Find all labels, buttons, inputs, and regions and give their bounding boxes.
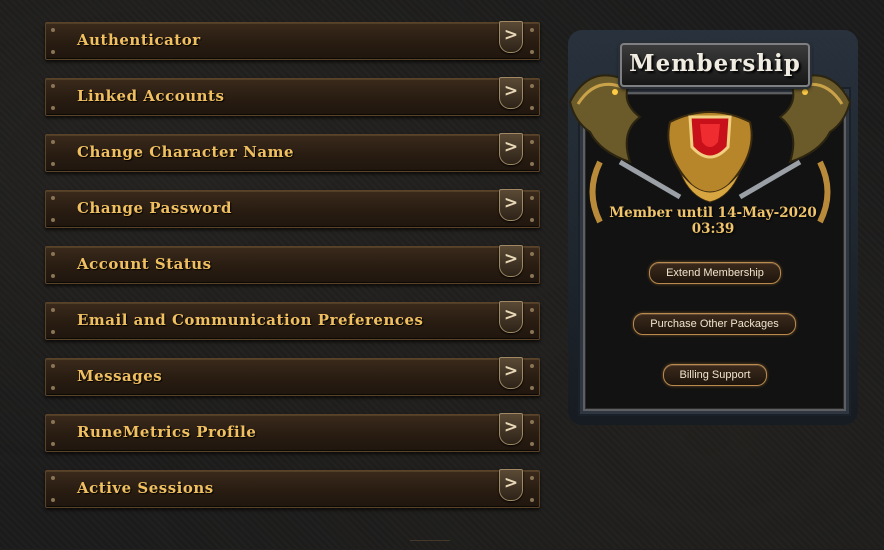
chevron-right-icon[interactable]: > [499,301,523,333]
menu-item-authenticator[interactable]: Authenticator > [45,21,540,60]
menu-item-runemetrics-profile[interactable]: RuneMetrics Profile > [45,413,540,452]
chevron-right-icon[interactable]: > [499,133,523,165]
menu-item-email-preferences[interactable]: Email and Communication Preferences > [45,301,540,340]
menu-item-label: Account Status [77,255,212,273]
menu-item-label: RuneMetrics Profile [77,423,257,441]
chevron-right-icon[interactable]: > [499,189,523,221]
menu-item-label: Authenticator [77,31,201,49]
chevron-right-icon[interactable]: > [499,77,523,109]
menu-item-messages[interactable]: Messages > [45,357,540,396]
chevron-right-icon[interactable]: > [499,413,523,445]
menu-item-label: Linked Accounts [77,87,225,105]
menu-item-account-status[interactable]: Account Status > [45,245,540,284]
purchase-packages-button[interactable]: Purchase Other Packages [633,313,796,335]
menu-item-label: Email and Communication Preferences [77,311,424,329]
chevron-right-icon[interactable]: > [499,21,523,53]
menu-item-label: Change Password [77,199,233,217]
menu-item-change-character-name[interactable]: Change Character Name > [45,133,540,172]
membership-title: Membership [629,50,801,77]
chevron-right-icon[interactable]: > [499,245,523,277]
menu-item-change-password[interactable]: Change Password > [45,189,540,228]
billing-support-button[interactable]: Billing Support [663,364,767,386]
menu-item-linked-accounts[interactable]: Linked Accounts > [45,77,540,116]
menu-item-label: Messages [77,367,163,385]
membership-title-plate: Membership [620,43,810,87]
membership-expiry-text: Member until 14-May-2020 03:39 [609,205,817,237]
extend-membership-button[interactable]: Extend Membership [649,262,781,284]
chevron-right-icon[interactable]: > [499,357,523,389]
menu-item-label: Change Character Name [77,143,294,161]
chevron-right-icon[interactable]: > [499,469,523,501]
shield-gem-icon [688,115,732,159]
menu-item-label: Active Sessions [77,479,214,497]
menu-item-active-sessions[interactable]: Active Sessions > [45,469,540,508]
account-settings-menu: Authenticator > Linked Accounts > Change… [45,21,540,526]
